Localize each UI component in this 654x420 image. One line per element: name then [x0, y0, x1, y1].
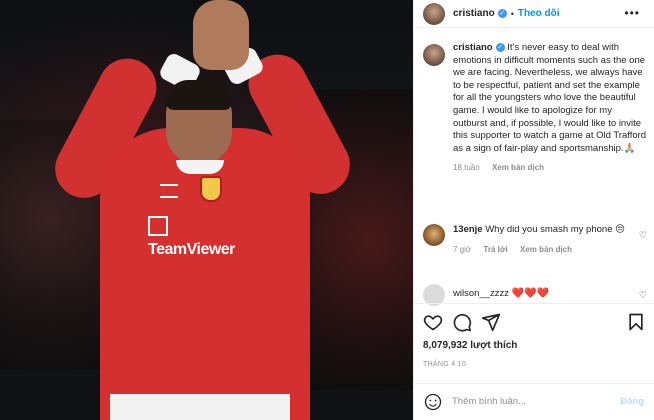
brand-stripes — [160, 184, 178, 198]
comment-input-bar: Thêm bình luận... Đăng — [414, 383, 654, 420]
post-caption: cristiano ✓ It’s never easy to deal with … — [423, 42, 647, 175]
comment-text: ❤️❤️❤️ — [511, 288, 549, 299]
heart-icon[interactable] — [423, 312, 443, 332]
comment-time[interactable]: 7 giờ — [453, 245, 471, 254]
comment-reply-button[interactable]: Trả lời — [483, 245, 507, 254]
post-side-panel: cristiano ✓ • Theo dõi ••• cristiano ✓ It… — [414, 0, 654, 420]
player-shorts — [110, 394, 290, 420]
likes-count[interactable]: 8,079,932 lượt thích — [423, 340, 517, 351]
caption-text: It’s never easy to deal with emotions in… — [453, 42, 647, 154]
comment-translate-button[interactable]: Xem bản dịch — [520, 245, 572, 254]
more-options-icon[interactable]: ••• — [624, 6, 640, 20]
author-avatar[interactable] — [423, 2, 445, 25]
caption-translate-button[interactable]: Xem bản dịch — [492, 163, 544, 172]
bookmark-icon[interactable] — [626, 312, 646, 332]
post-actions-bar — [414, 303, 654, 337]
post-photo[interactable]: TeamViewer — [0, 0, 413, 420]
comment-username[interactable]: wilson__zzzz — [453, 288, 509, 299]
club-crest-icon — [200, 176, 222, 202]
comment-like-heart-icon[interactable]: ♡ — [639, 230, 647, 241]
post-comment-button[interactable]: Đăng — [620, 396, 644, 407]
caption-meta: 18 tuần Xem bản dịch — [453, 162, 647, 175]
player-hair — [166, 80, 232, 110]
shirt-sponsor: TeamViewer — [148, 214, 258, 258]
emoji-icon[interactable] — [424, 393, 442, 411]
comment-meta: 7 giờ Trả lời Xem bản dịch — [453, 244, 639, 257]
comment-input[interactable]: Thêm bình luận... — [452, 396, 526, 407]
post-date[interactable]: THÁNG 4 10 — [423, 361, 466, 368]
comment-icon[interactable] — [452, 312, 472, 332]
verified-badge-icon: ✓ — [497, 9, 507, 18]
post-header: cristiano ✓ • Theo dõi ••• — [414, 0, 654, 28]
instagram-post-view: TeamViewer cristiano ✓ • Theo dõi ••• cr… — [0, 0, 654, 420]
comment-item: 13enje Why did you smash my phone 😔 7 gi… — [423, 224, 654, 256]
player-collar — [176, 160, 224, 174]
player-hands — [193, 0, 249, 70]
comment-text: Why did you smash my phone 😔 — [485, 224, 626, 235]
caption-time[interactable]: 18 tuần — [453, 163, 480, 172]
separator-dot: • — [510, 8, 514, 19]
caption-username[interactable]: cristiano — [453, 42, 493, 53]
comment-like-heart-icon[interactable]: ♡ — [639, 290, 647, 301]
share-icon[interactable] — [481, 312, 501, 332]
commenter-avatar[interactable] — [423, 224, 445, 246]
comment-username[interactable]: 13enje — [453, 224, 483, 235]
caption-avatar[interactable] — [423, 44, 445, 66]
verified-badge-icon: ✓ — [495, 42, 505, 52]
author-username[interactable]: cristiano — [453, 8, 495, 19]
follow-button[interactable]: Theo dõi — [518, 8, 560, 19]
